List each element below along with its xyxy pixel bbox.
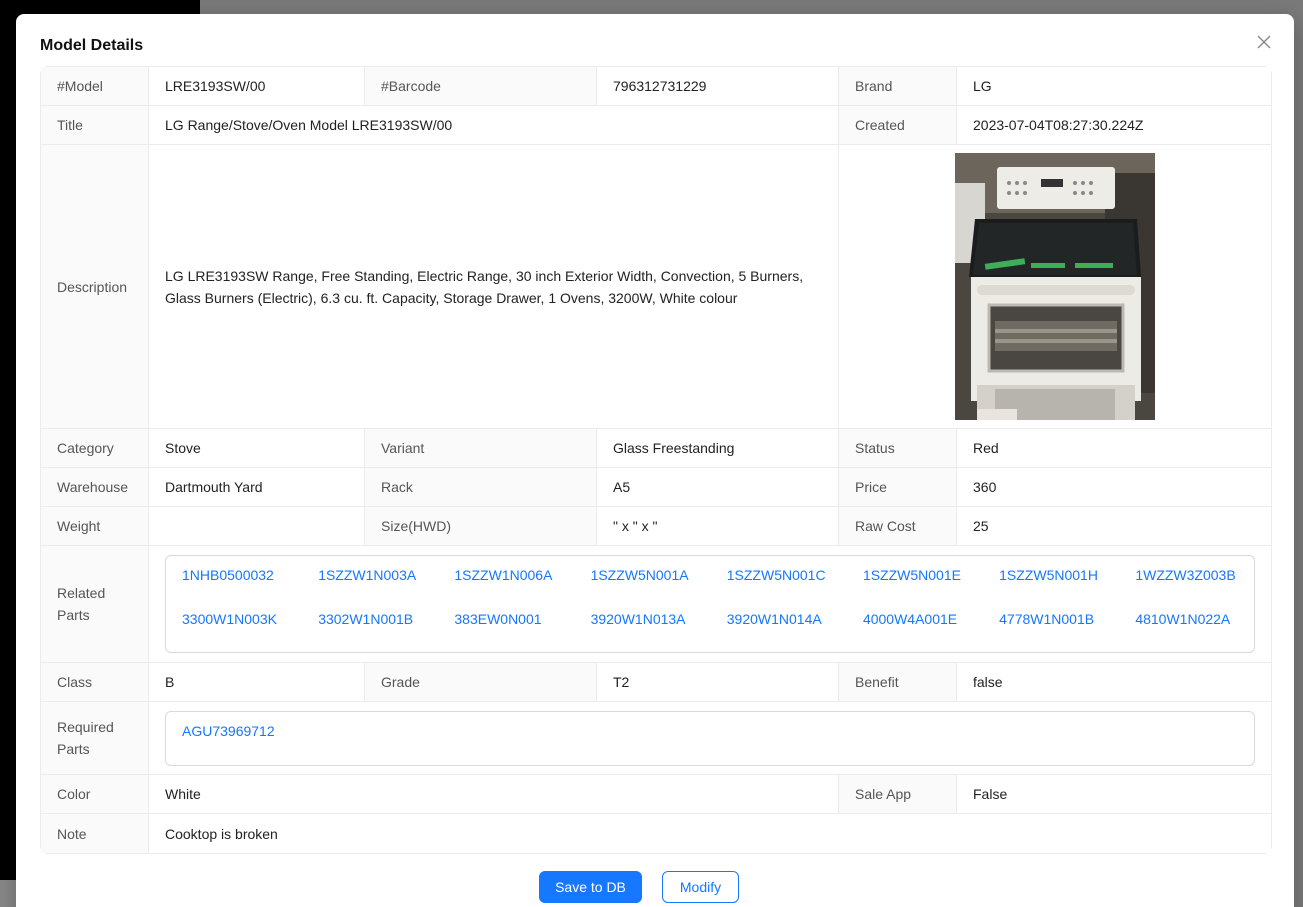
row-related-parts: Related Parts 1NHB0500032 1SZZW1N003A 1SZZ…	[41, 546, 1271, 663]
grade-label: Grade	[365, 663, 597, 702]
row-weight: Weight Size(HWD) " x " x " Raw Cost 25	[41, 507, 1271, 546]
stove-image	[955, 153, 1155, 420]
size-label: Size(HWD)	[365, 507, 597, 546]
description-label: Description	[41, 145, 149, 429]
row-model: #Model LRE3193SW/00 #Barcode 79631273122…	[41, 67, 1271, 106]
raw-cost-value: 25	[957, 507, 1271, 546]
related-part-link[interactable]: 1SZZW1N003A	[318, 564, 454, 586]
model-value: LRE3193SW/00	[149, 67, 365, 106]
save-to-db-button[interactable]: Save to DB	[539, 871, 642, 903]
close-button[interactable]	[1254, 32, 1274, 52]
backdrop-bottom-panel	[0, 880, 16, 907]
row-category: Category Stove Variant Glass Freestandin…	[41, 429, 1271, 468]
warehouse-value: Dartmouth Yard	[149, 468, 365, 507]
footer-buttons: Save to DB Modify	[539, 871, 739, 903]
close-icon	[1257, 35, 1271, 49]
brand-value: LG	[957, 67, 1271, 106]
related-part-link[interactable]: 1SZZW5N001E	[863, 564, 999, 586]
row-color: Color White Sale App False	[41, 775, 1271, 814]
category-value: Stove	[149, 429, 365, 468]
weight-label: Weight	[41, 507, 149, 546]
related-part-link[interactable]: 1WZZW3Z003B	[1135, 564, 1254, 586]
rack-label: Rack	[365, 468, 597, 507]
related-part-link[interactable]: 1NHB0500032	[182, 564, 318, 586]
model-details-modal: Model Details #Model LRE3193SW/00 #Barco…	[16, 14, 1294, 907]
required-parts-label: Required Parts	[41, 702, 149, 775]
benefit-value: false	[957, 663, 1271, 702]
color-label: Color	[41, 775, 149, 814]
related-part-link[interactable]: 4778W1N001B	[999, 608, 1135, 630]
description-value: LG LRE3193SW Range, Free Standing, Elect…	[149, 145, 839, 429]
barcode-value: 796312731229	[597, 67, 839, 106]
related-part-link[interactable]: 3302W1N001B	[318, 608, 454, 630]
product-image-cell	[839, 145, 1271, 429]
related-part-link[interactable]: 3300W1N003K	[182, 608, 318, 630]
note-label: Note	[41, 814, 149, 853]
sale-app-value: False	[957, 775, 1271, 814]
title-label: Title	[41, 106, 149, 145]
model-label: #Model	[41, 67, 149, 106]
related-part-link[interactable]: 3920W1N014A	[727, 608, 863, 630]
row-warehouse: Warehouse Dartmouth Yard Rack A5 Price 3…	[41, 468, 1271, 507]
rack-value: A5	[597, 468, 839, 507]
barcode-label: #Barcode	[365, 67, 597, 106]
related-part-link[interactable]: 1SZZW5N001C	[727, 564, 863, 586]
created-label: Created	[839, 106, 957, 145]
related-part-link[interactable]: 1SZZW5N001A	[591, 564, 727, 586]
modal-title: Model Details	[40, 37, 144, 54]
related-parts-value: 1NHB0500032 1SZZW1N003A 1SZZW1N006A 1SZZW5N…	[149, 546, 1271, 663]
details-table: #Model LRE3193SW/00 #Barcode 79631273122…	[40, 66, 1272, 854]
price-value: 360	[957, 468, 1271, 507]
status-value: Red	[957, 429, 1271, 468]
related-part-link[interactable]: 1SZZW1N006A	[454, 564, 590, 586]
status-label: Status	[839, 429, 957, 468]
modify-button[interactable]: Modify	[662, 871, 739, 903]
sale-app-label: Sale App	[839, 775, 957, 814]
related-part-link[interactable]: 1SZZW5N001H	[999, 564, 1135, 586]
variant-label: Variant	[365, 429, 597, 468]
class-label: Class	[41, 663, 149, 702]
row-required-parts: Required Parts AGU73969712	[41, 702, 1271, 775]
price-label: Price	[839, 468, 957, 507]
created-value: 2023-07-04T08:27:30.224Z	[957, 106, 1271, 145]
benefit-label: Benefit	[839, 663, 957, 702]
brand-label: Brand	[839, 67, 957, 106]
title-value: LG Range/Stove/Oven Model LRE3193SW/00	[149, 106, 839, 145]
row-description: Description LG LRE3193SW Range, Free Sta…	[41, 145, 1271, 429]
color-value: White	[149, 775, 839, 814]
related-part-link[interactable]: 4000W4A001E	[863, 608, 999, 630]
row-title: Title LG Range/Stove/Oven Model LRE3193S…	[41, 106, 1271, 145]
related-parts-box[interactable]: 1NHB0500032 1SZZW1N003A 1SZZW1N006A 1SZZW5N…	[165, 555, 1255, 653]
related-part-link[interactable]: 383EW0N001	[454, 608, 590, 630]
variant-value: Glass Freestanding	[597, 429, 839, 468]
related-parts-list: 1NHB0500032 1SZZW1N003A 1SZZW1N006A 1SZZW5N…	[182, 564, 1254, 630]
weight-value	[149, 507, 365, 546]
category-label: Category	[41, 429, 149, 468]
warehouse-label: Warehouse	[41, 468, 149, 507]
related-parts-label: Related Parts	[41, 546, 149, 663]
related-part-link[interactable]: 4810W1N022A	[1135, 608, 1254, 630]
required-parts-value: AGU73969712	[149, 702, 1271, 775]
related-part-link[interactable]: 3920W1N013A	[591, 608, 727, 630]
raw-cost-label: Raw Cost	[839, 507, 957, 546]
size-value: " x " x "	[597, 507, 839, 546]
row-class: Class B Grade T2 Benefit false	[41, 663, 1271, 702]
required-part-link[interactable]: AGU73969712	[182, 723, 289, 739]
class-value: B	[149, 663, 365, 702]
required-parts-box[interactable]: AGU73969712	[165, 710, 1255, 766]
note-value: Cooktop is broken	[149, 814, 1271, 853]
grade-value: T2	[597, 663, 839, 702]
row-note: Note Cooktop is broken	[41, 814, 1271, 853]
